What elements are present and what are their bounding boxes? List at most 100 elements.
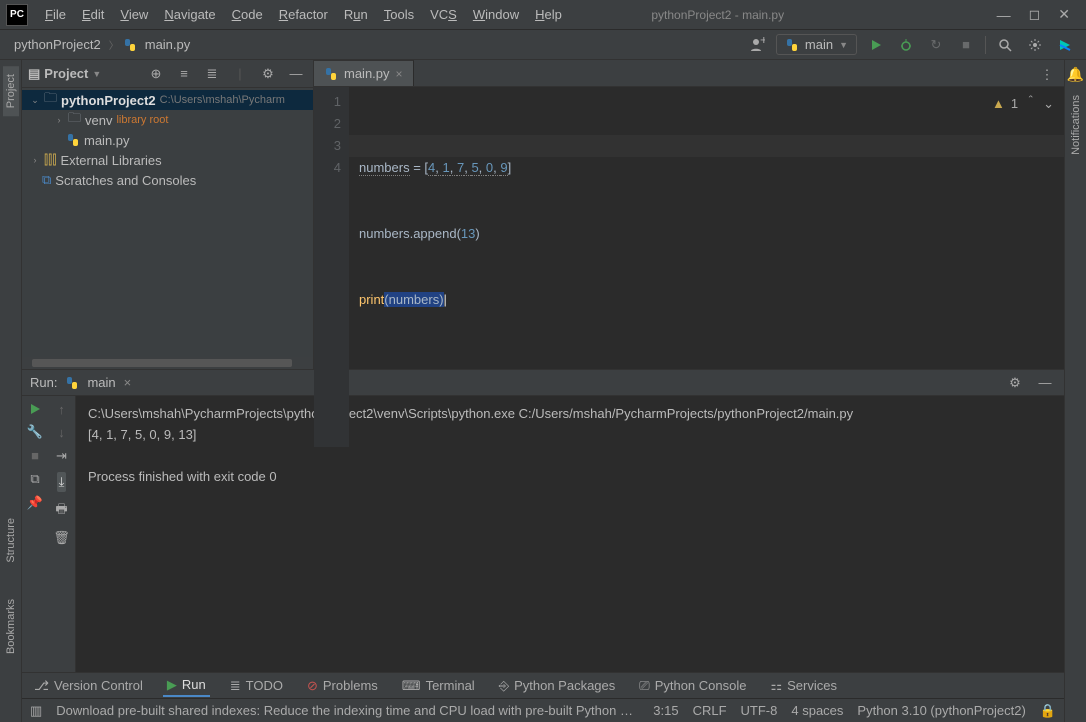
close-tab-icon[interactable]: × xyxy=(396,67,403,81)
run-tab-name[interactable]: main xyxy=(87,375,115,390)
menu-window[interactable]: Window xyxy=(466,4,526,25)
divider: | xyxy=(229,63,251,85)
status-encoding[interactable]: UTF-8 xyxy=(741,703,778,718)
tree-file-main[interactable]: main.py xyxy=(22,130,313,150)
folder-icon: 🗀 xyxy=(44,90,57,110)
project-scrollbar[interactable] xyxy=(22,357,313,369)
line-gutter: 1 2 3 4 xyxy=(314,87,349,447)
editor-tab-main[interactable]: main.py × xyxy=(314,60,414,86)
tab-problems[interactable]: ⊘Problems xyxy=(303,676,382,696)
menu-code[interactable]: Code xyxy=(225,4,270,25)
package-icon: ⎆ xyxy=(499,678,509,694)
python-icon xyxy=(65,376,79,390)
stop-button[interactable]: ■ xyxy=(31,448,39,463)
code-editor[interactable]: 1 2 3 4 numbers = [4, 1, 7, 5, 0, 9] num… xyxy=(314,87,1064,447)
console-icon: ⎚ xyxy=(639,678,649,694)
run-button[interactable] xyxy=(865,34,887,56)
close-button[interactable]: ✕ xyxy=(1058,6,1070,23)
rerun-button[interactable] xyxy=(28,402,42,416)
down-icon[interactable]: ↓ xyxy=(58,425,65,440)
run-configuration-dropdown[interactable]: main ▼ xyxy=(776,34,857,55)
chevron-down-icon[interactable]: ⌄ xyxy=(30,95,40,106)
tab-run[interactable]: ▶Run xyxy=(163,675,210,697)
tree-external-libs[interactable]: › ⫿⫿⫿ External Libraries xyxy=(22,150,313,170)
wrench-icon[interactable]: 🔧 xyxy=(27,424,43,440)
next-highlight-icon[interactable]: ⌄ xyxy=(1043,93,1054,115)
prev-highlight-icon[interactable]: ＾ xyxy=(1024,93,1037,115)
todo-icon: ≣ xyxy=(230,678,241,694)
side-tab-bookmarks[interactable]: Bookmarks xyxy=(3,591,19,662)
side-tab-structure[interactable]: Structure xyxy=(3,510,19,571)
tree-ext-libs-name: External Libraries xyxy=(60,153,161,168)
status-interpreter[interactable]: Python 3.10 (pythonProject2) xyxy=(857,703,1025,718)
up-icon[interactable]: ↑ xyxy=(58,402,65,417)
debug-button[interactable] xyxy=(895,34,917,56)
stop-button[interactable]: ■ xyxy=(955,34,977,56)
status-message[interactable]: Download pre-built shared indexes: Reduc… xyxy=(56,703,639,718)
menu-help[interactable]: Help xyxy=(528,4,569,25)
menu-vcs[interactable]: VCS xyxy=(423,4,464,25)
pin-icon[interactable]: 📌 xyxy=(27,495,43,511)
menu-tools[interactable]: Tools xyxy=(377,4,421,25)
status-caret-pos[interactable]: 3:15 xyxy=(653,703,678,718)
tree-root[interactable]: ⌄ 🗀 pythonProject2 C:\Users\mshah\Pychar… xyxy=(22,90,313,110)
menu-refactor[interactable]: Refactor xyxy=(272,4,335,25)
chevron-right-icon[interactable]: › xyxy=(30,155,40,165)
side-tab-project[interactable]: Project xyxy=(3,66,19,116)
hide-panel-icon[interactable]: — xyxy=(285,63,307,85)
crumb-project[interactable]: pythonProject2 xyxy=(10,35,105,54)
menu-run[interactable]: Run xyxy=(337,4,375,25)
layout-icon[interactable]: ⧉ xyxy=(30,471,39,487)
svg-text:+: + xyxy=(760,37,765,47)
status-indent[interactable]: 4 spaces xyxy=(791,703,843,718)
tree-scratches-name: Scratches and Consoles xyxy=(55,173,196,188)
tab-version-control[interactable]: ⎇Version Control xyxy=(30,676,147,696)
scratches-icon: ⧉ xyxy=(42,172,51,188)
menu-edit[interactable]: Edit xyxy=(75,4,111,25)
expand-all-icon[interactable]: ≡ xyxy=(173,63,195,85)
tree-scratches[interactable]: ⧉ Scratches and Consoles xyxy=(22,170,313,190)
lock-icon[interactable]: 🔒 xyxy=(1040,703,1056,719)
status-menu-icon[interactable]: ▥ xyxy=(30,703,42,719)
toolbox-icon[interactable] xyxy=(1054,34,1076,56)
gear-icon[interactable]: ⚙ xyxy=(257,63,279,85)
status-line-ending[interactable]: CRLF xyxy=(693,703,727,718)
project-panel-icon: ▤ xyxy=(28,66,40,82)
close-run-tab-icon[interactable]: × xyxy=(124,375,132,390)
print-icon[interactable]: 🖶 xyxy=(55,500,67,522)
python-file-icon xyxy=(123,38,137,52)
window-title: pythonProject2 - main.py xyxy=(569,8,987,22)
add-user-icon[interactable]: + xyxy=(746,34,768,56)
code-arg: 13 xyxy=(461,226,475,241)
search-icon[interactable] xyxy=(994,34,1016,56)
minimize-button[interactable]: — xyxy=(997,7,1011,23)
scroll-to-end-icon[interactable]: ⤓ xyxy=(57,472,67,492)
menu-navigate[interactable]: Navigate xyxy=(157,4,222,25)
tab-python-packages[interactable]: ⎆Python Packages xyxy=(495,676,620,696)
code-fn: print xyxy=(359,292,384,307)
clear-icon[interactable]: 🗑 xyxy=(53,530,70,546)
side-tab-notifications[interactable]: Notifications xyxy=(1068,87,1084,163)
settings-icon[interactable] xyxy=(1024,34,1046,56)
breadcrumb: pythonProject2 〉 main.py xyxy=(10,35,194,54)
menu-file[interactable]: File xyxy=(38,4,73,25)
play-icon: ▶ xyxy=(167,677,177,693)
notifications-icon[interactable]: 🔔 xyxy=(1067,66,1084,83)
tab-todo[interactable]: ≣TODO xyxy=(226,676,287,696)
crumb-file[interactable]: main.py xyxy=(141,35,195,54)
soft-wrap-icon[interactable]: ⇥ xyxy=(56,448,67,464)
python-file-icon xyxy=(66,133,80,147)
warning-icon[interactable]: ▲ xyxy=(992,93,1005,115)
select-opened-file-icon[interactable]: ⊕ xyxy=(145,63,167,85)
maximize-button[interactable]: ◻ xyxy=(1029,6,1041,23)
collapse-all-icon[interactable]: ≣ xyxy=(201,63,223,85)
tab-services[interactable]: ⚏Services xyxy=(766,676,841,696)
editor-more-icon[interactable]: ⋮ xyxy=(1036,64,1058,86)
run-coverage-button[interactable]: ↻ xyxy=(925,34,947,56)
chevron-right-icon[interactable]: › xyxy=(54,115,64,125)
chevron-down-icon[interactable]: ▼ xyxy=(92,69,101,79)
menu-view[interactable]: View xyxy=(113,4,155,25)
tab-python-console[interactable]: ⎚Python Console xyxy=(635,676,750,696)
tree-venv[interactable]: › 🗀 venv library root xyxy=(22,110,313,130)
tab-terminal[interactable]: ⌨Terminal xyxy=(398,676,479,696)
